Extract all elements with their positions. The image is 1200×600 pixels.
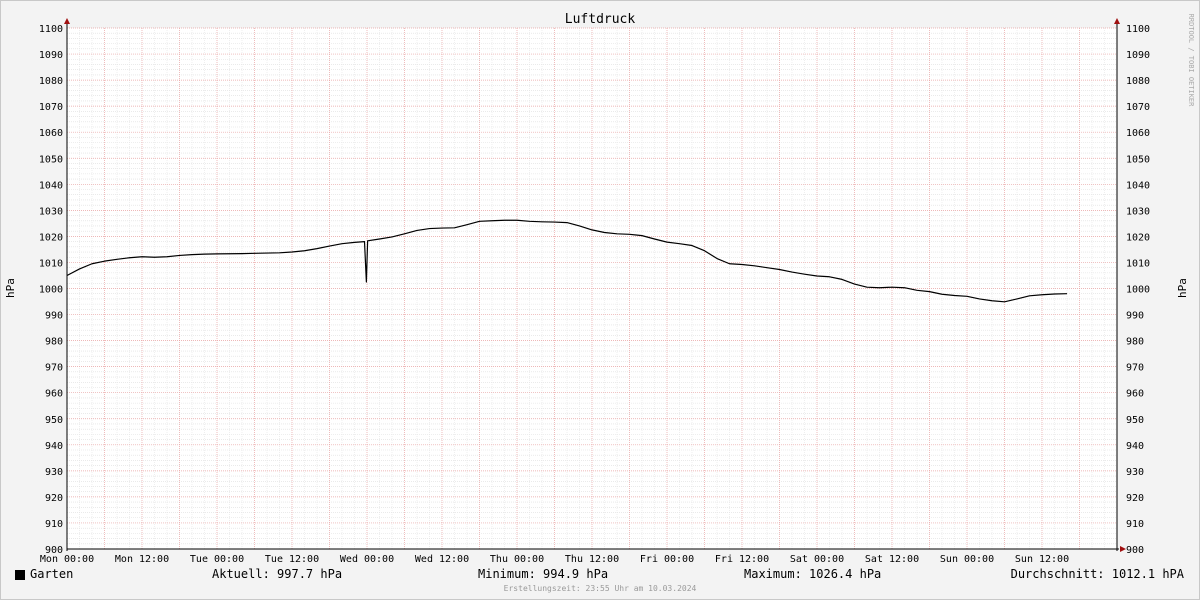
x-tick-label: Fri 12:00 — [715, 554, 769, 565]
y-tick-label-left: 1070 — [39, 102, 63, 113]
legend: Garten Aktuell: 997.7 hPa Minimum: 994.9… — [0, 565, 1200, 585]
y-tick-label-right: 1050 — [1126, 154, 1150, 165]
legend-average: Durchschnitt: 1012.1 hPA — [1010, 567, 1184, 581]
y-tick-label-left: 930 — [45, 467, 63, 478]
y-tick-label-right: 1100 — [1126, 24, 1150, 35]
y-tick-label-left: 980 — [45, 337, 63, 348]
y-tick-label-left: 1060 — [39, 128, 63, 139]
y-tick-label-right: 970 — [1126, 363, 1144, 374]
x-tick-label: Thu 12:00 — [565, 554, 619, 565]
y-tick-label-right: 990 — [1126, 311, 1144, 322]
y-tick-label-left: 1000 — [39, 285, 63, 296]
y-tick-label-right: 930 — [1126, 467, 1144, 478]
y-tick-label-left: 940 — [45, 441, 63, 452]
y-tick-label-right: 1010 — [1126, 258, 1150, 269]
x-tick-label: Fri 00:00 — [640, 554, 694, 565]
y-tick-label-left: 1050 — [39, 154, 63, 165]
x-tick-label: Wed 12:00 — [415, 554, 469, 565]
x-tick-label: Thu 00:00 — [490, 554, 544, 565]
y-tick-label-right: 1000 — [1126, 285, 1150, 296]
y-tick-label-right: 910 — [1126, 519, 1144, 530]
y-axis-label-left: hPa — [4, 278, 17, 298]
creation-time: Erstellungszeit: 23:55 Uhr am 10.03.2024 — [503, 584, 697, 593]
legend-maximum: Maximum: 1026.4 hPa — [744, 567, 882, 581]
y-axis-label-right: hPa — [1176, 278, 1189, 298]
y-tick-label-left: 920 — [45, 493, 63, 504]
y-tick-label-left: 950 — [45, 415, 63, 426]
y-tick-label-right: 1020 — [1126, 232, 1150, 243]
y-tick-label-left: 1030 — [39, 206, 63, 217]
y-tick-labels-left: 9009109209309409509609709809901000101010… — [39, 24, 63, 556]
y-tick-label-left: 960 — [45, 389, 63, 400]
y-tick-label-left: 1100 — [39, 24, 63, 35]
legend-series-name: Garten — [30, 567, 74, 581]
y-tick-labels-right: 900 910 920 930 940 950 960 970 980 990 1000 1010 10… — [1126, 24, 1150, 556]
y-tick-label-right: 1080 — [1126, 76, 1150, 87]
y-tick-label-left: 1040 — [39, 180, 63, 191]
legend-minimum: Minimum: 994.9 hPa — [478, 567, 609, 581]
y-axis-arrow-left — [64, 18, 70, 24]
x-tick-label: Wed 00:00 — [340, 554, 394, 565]
legend-swatch-garten — [15, 570, 25, 580]
pressure-chart: 900 910 920 930 940 950 960 970 980 990 1000 1010 10… — [4, 12, 1195, 565]
x-tick-label: Mon 00:00 — [40, 554, 94, 565]
y-tick-label-left: 1010 — [39, 258, 63, 269]
y-tick-label-left: 990 — [45, 311, 63, 322]
y-tick-label-right: 1060 — [1126, 128, 1150, 139]
y-tick-label-right: 1070 — [1126, 102, 1150, 113]
y-tick-label-right: 900 — [1126, 545, 1144, 556]
y-tick-label-right: 1090 — [1126, 50, 1150, 61]
y-tick-label-left: 910 — [45, 519, 63, 530]
y-tick-label-right: 960 — [1126, 389, 1144, 400]
y-axis-arrow-right — [1114, 18, 1120, 24]
y-tick-label-left: 1090 — [39, 50, 63, 61]
y-tick-label-right: 940 — [1126, 441, 1144, 452]
chart-title: Luftdruck — [565, 12, 636, 27]
y-tick-label-left: 1020 — [39, 232, 63, 243]
x-tick-label: Sun 12:00 — [1015, 554, 1069, 565]
x-tick-label: Sat 00:00 — [790, 554, 844, 565]
x-tick-label: Sat 12:00 — [865, 554, 919, 565]
y-tick-label-right: 1040 — [1126, 180, 1150, 191]
x-tick-label: Tue 12:00 — [265, 554, 319, 565]
x-tick-label: Tue 00:00 — [190, 554, 244, 565]
y-tick-label-right: 1030 — [1126, 206, 1150, 217]
y-tick-label-right: 950 — [1126, 415, 1144, 426]
y-tick-label-right: 920 — [1126, 493, 1144, 504]
x-tick-label: Sun 00:00 — [940, 554, 994, 565]
legend-current: Aktuell: 997.7 hPa — [212, 567, 343, 581]
y-tick-label-right: 980 — [1126, 337, 1144, 348]
watermark: RRDTOOL / TOBI OETIKER — [1187, 14, 1195, 108]
y-tick-label-left: 1080 — [39, 76, 63, 87]
x-tick-labels: Mon 00:00 Mon 12:00 Tue 00:00 Tue 12:00 Wed … — [40, 554, 1069, 565]
y-tick-label-left: 970 — [45, 363, 63, 374]
x-tick-label: Mon 12:00 — [115, 554, 169, 565]
